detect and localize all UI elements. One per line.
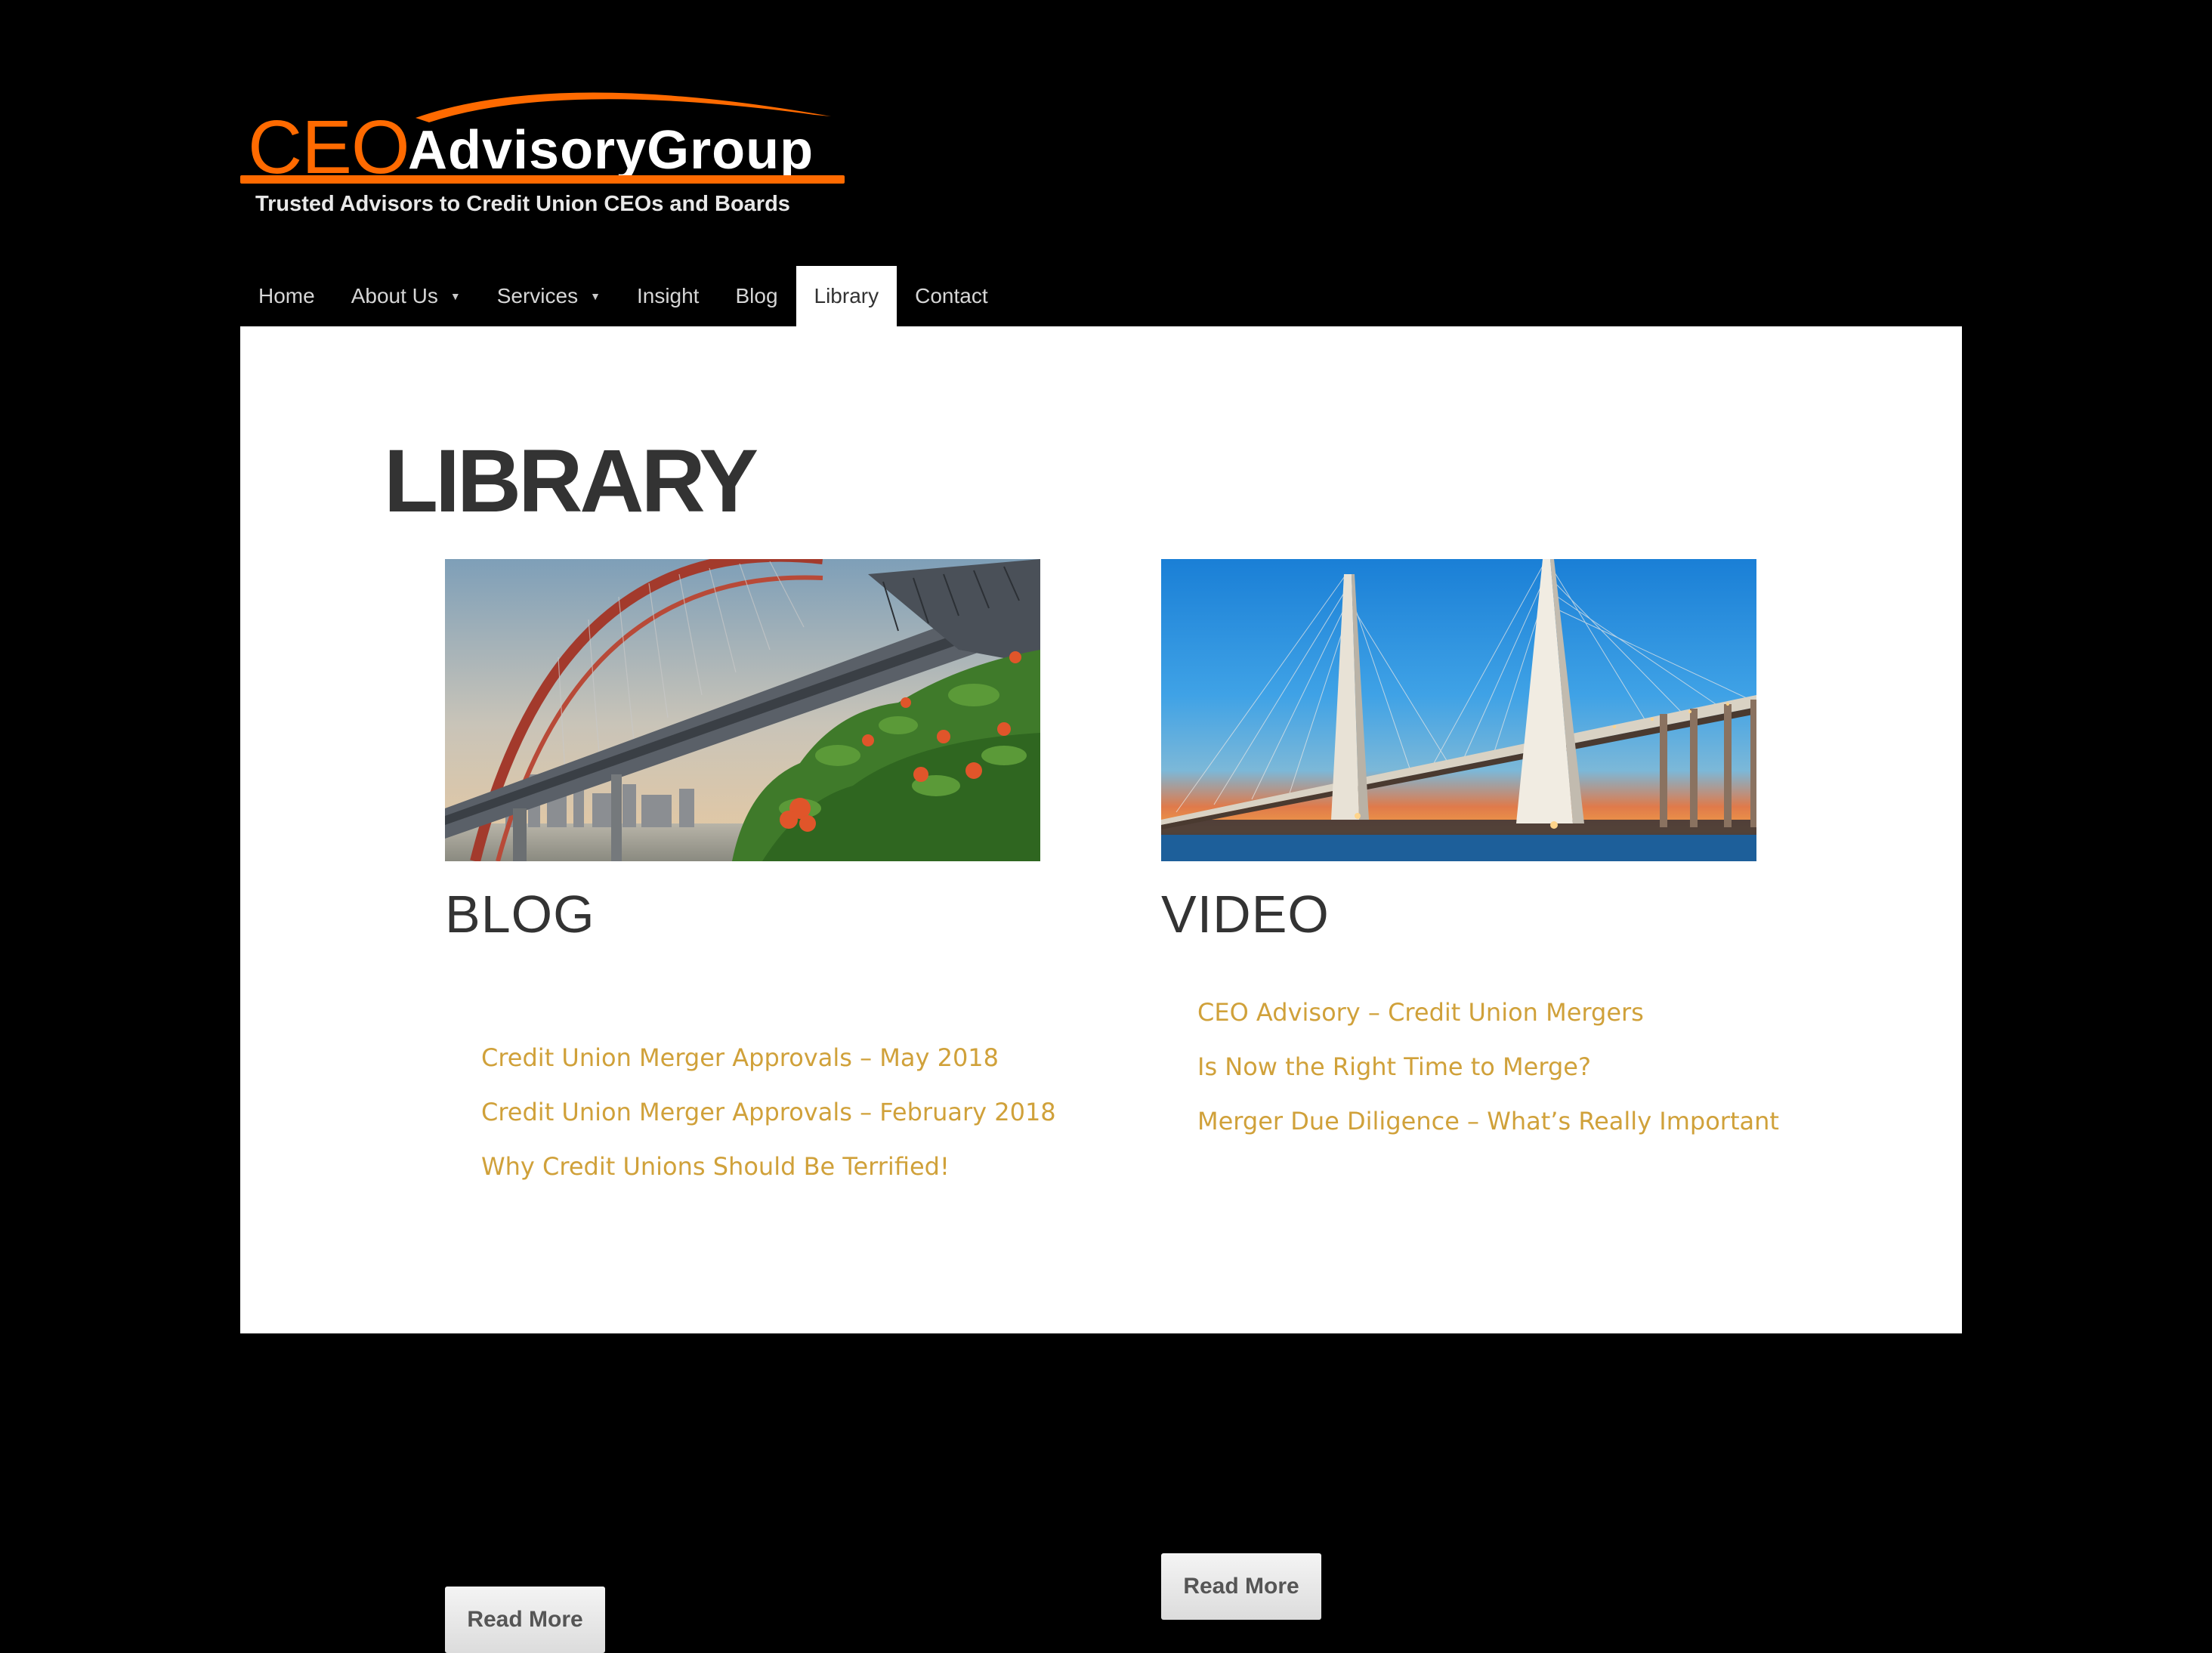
nav-item-about-us[interactable]: About Us ▼	[333, 266, 479, 326]
nav-item-label: Home	[258, 284, 315, 307]
blog-link-february-2018[interactable]: Credit Union Merger Approvals – February…	[481, 1098, 1056, 1126]
cable-stayed-bridge-photo	[1161, 559, 1756, 861]
site-logo[interactable]: CEO AdvisoryGroup Trusted Advisors to Cr…	[240, 76, 845, 227]
blog-heading: BLOG	[445, 885, 595, 944]
logo-underline	[240, 175, 845, 184]
nav-item-contact[interactable]: Contact	[897, 266, 1006, 326]
chevron-down-icon: ▼	[450, 290, 461, 302]
video-link-due-diligence[interactable]: Merger Due Diligence – What’s Really Imp…	[1197, 1107, 1779, 1135]
video-heading: VIDEO	[1161, 885, 1330, 944]
nav-item-blog[interactable]: Blog	[717, 266, 796, 326]
list-item: Merger Due Diligence – What’s Really Imp…	[1197, 1098, 1779, 1153]
arch-bridge-photo	[445, 559, 1040, 861]
logo-group-text: AdvisoryGroup	[408, 120, 814, 181]
chevron-down-icon: ▼	[590, 290, 601, 302]
nav-item-label: Library	[814, 284, 879, 307]
video-read-more-button[interactable]: Read More	[1161, 1553, 1321, 1620]
content-panel: LIBRARY BLOG Credit Union Merger Approva…	[240, 326, 1962, 1653]
blog-link-list: Credit Union Merger Approvals – May 2018…	[481, 1035, 1056, 1198]
nav-item-label: Contact	[915, 284, 988, 307]
list-item: Why Credit Unions Should Be Terrified!	[481, 1144, 1056, 1198]
nav-item-services[interactable]: Services ▼	[479, 266, 619, 326]
nav-item-insight[interactable]: Insight	[619, 266, 718, 326]
nav-item-library[interactable]: Library	[796, 266, 897, 326]
video-link-right-time[interactable]: Is Now the Right Time to Merge?	[1197, 1052, 1591, 1081]
page-title: LIBRARY	[384, 431, 758, 531]
logo-tagline: Trusted Advisors to Credit Union CEOs an…	[255, 192, 790, 216]
video-image-cable-bridge[interactable]	[1161, 559, 1756, 861]
nav-item-label: Insight	[636, 284, 700, 307]
blog-link-may-2018[interactable]: Credit Union Merger Approvals – May 2018	[481, 1043, 999, 1072]
nav-item-label: About Us	[351, 284, 438, 307]
blog-read-more-button[interactable]: Read More	[445, 1587, 605, 1653]
nav-item-label: Services	[496, 284, 579, 307]
blog-image-arch-bridge[interactable]	[445, 559, 1040, 861]
list-item: Credit Union Merger Approvals – May 2018	[481, 1035, 1056, 1089]
video-link-list: CEO Advisory – Credit Union Mergers Is N…	[1197, 990, 1779, 1153]
list-item: Credit Union Merger Approvals – February…	[481, 1089, 1056, 1144]
list-item: CEO Advisory – Credit Union Mergers	[1197, 990, 1779, 1044]
blog-link-terrified[interactable]: Why Credit Unions Should Be Terrified!	[481, 1152, 950, 1181]
nav-item-home[interactable]: Home	[240, 266, 333, 326]
list-item: Is Now the Right Time to Merge?	[1197, 1044, 1779, 1098]
video-link-credit-union-mergers[interactable]: CEO Advisory – Credit Union Mergers	[1197, 998, 1644, 1027]
nav-item-label: Blog	[735, 284, 778, 307]
main-navigation: Home About Us ▼ Services ▼ Insight Blog …	[240, 266, 1006, 326]
